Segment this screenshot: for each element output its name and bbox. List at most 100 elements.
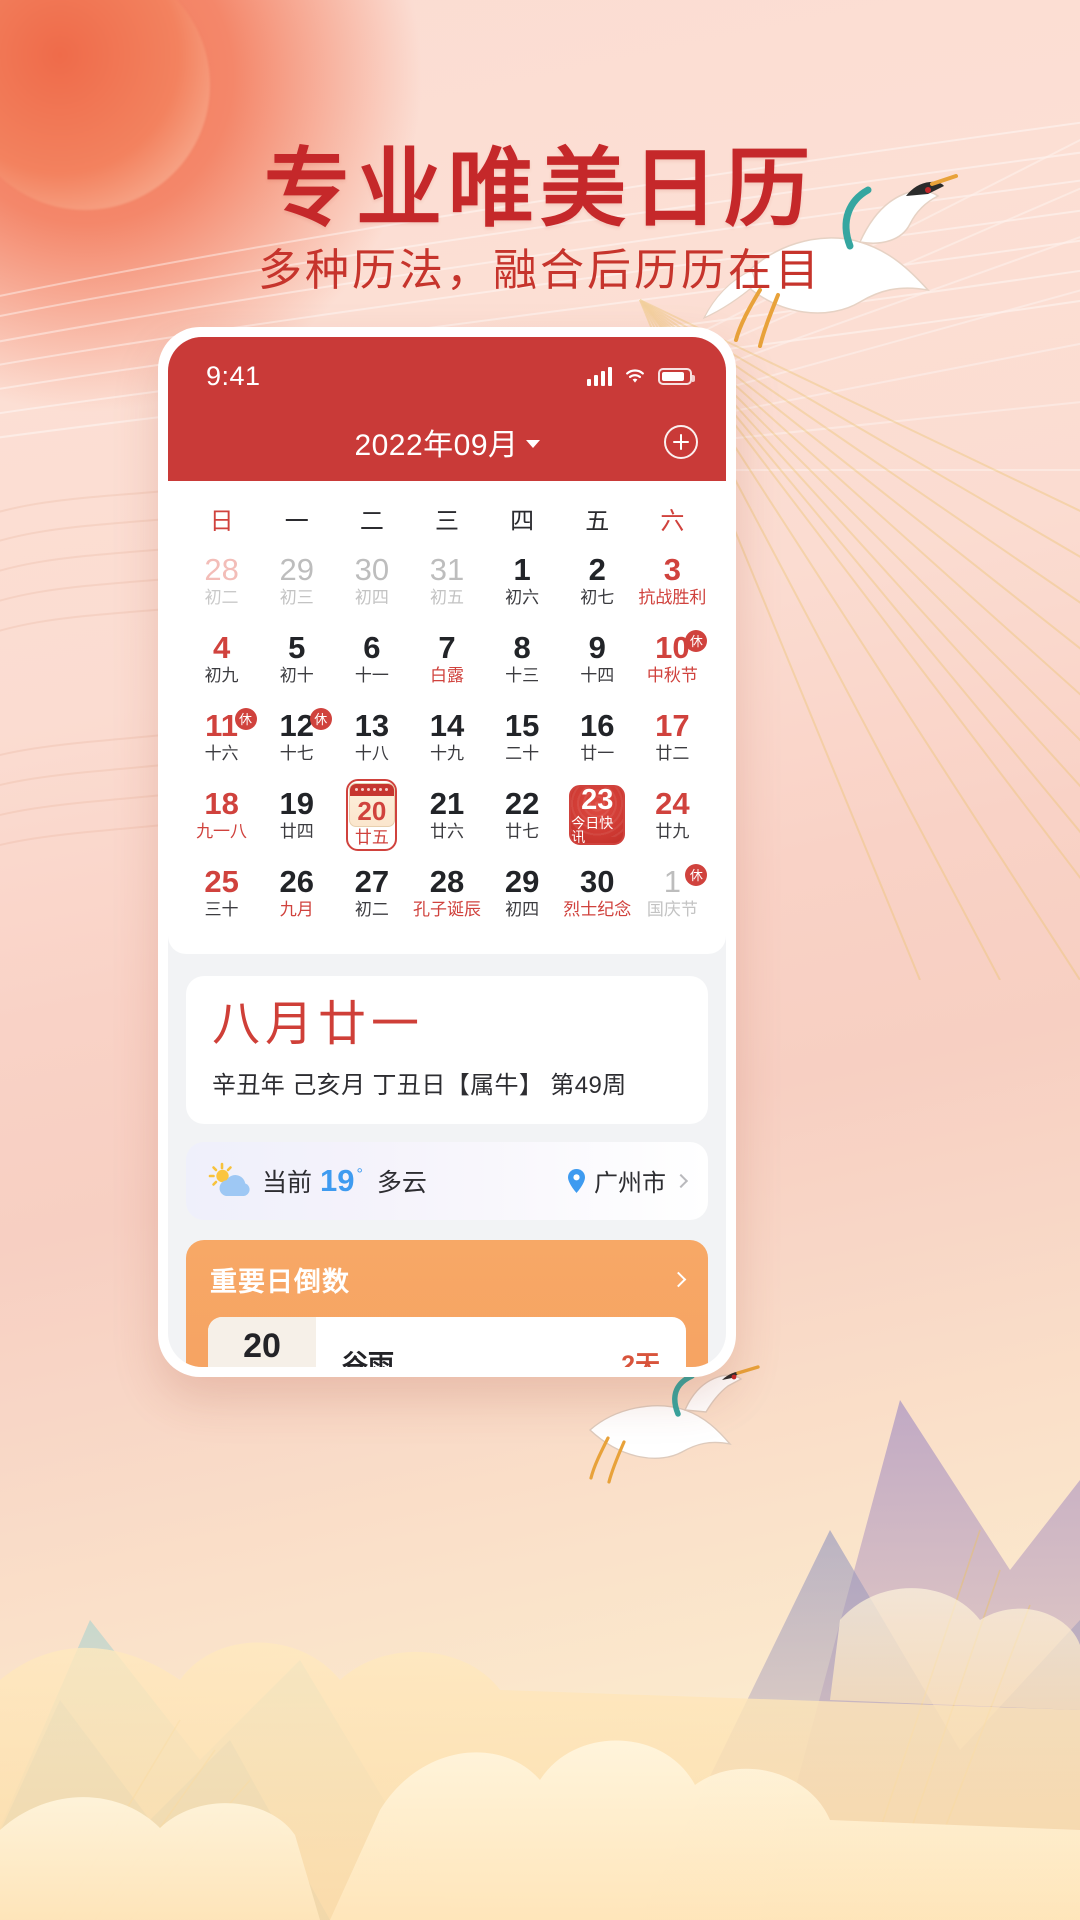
calendar-day-number: 23 — [581, 785, 614, 816]
calendar-day-lunar: 廿七 — [505, 821, 540, 841]
calendar-day-lunar: 三十 — [204, 899, 239, 919]
month-selector[interactable]: 2022年09月 — [354, 420, 540, 464]
crane-bird-bottom-icon — [588, 1365, 760, 1484]
calendar-day-number: 11 — [205, 708, 238, 744]
chevron-right-icon — [673, 1173, 689, 1188]
calendar-day-cell[interactable]: 8 十三 — [485, 620, 560, 698]
calendar-day-number: 14 — [429, 708, 465, 744]
calendar-day-cell[interactable]: 5 初十 — [259, 620, 334, 698]
calendar-day-number: 2 — [588, 552, 606, 588]
calendar-day-number: 3 — [663, 552, 682, 588]
signal-bars-icon — [587, 366, 612, 386]
cloud-illustration — [0, 1588, 1080, 1920]
calendar-card: 日 一 二 三 四 五 六 28 初二 29 初三 30 初四 31 初五 1 初六 2 初七 3 抗战胜… — [168, 481, 726, 954]
calendar-day-cell[interactable]: 22 廿七 — [485, 776, 560, 854]
calendar-day-number: 12 — [279, 708, 314, 744]
sun-cloud-icon — [208, 1162, 250, 1196]
calendar-emoji-icon: 20 — [348, 782, 395, 827]
calendar-day-cell[interactable]: 21 廿六 — [409, 776, 484, 854]
calendar-grid: 28 初二 29 初三 30 初四 31 初五 1 初六 2 初七 3 抗战胜利 4 初九 5 初十 6 十一 7 白露 8… — [178, 542, 716, 932]
calendar-day-number: 26 — [279, 864, 314, 900]
calendar-day-cell[interactable]: 1 国庆节 休 — [635, 854, 710, 932]
calendar-day-cell[interactable]: 6 十一 — [334, 620, 409, 698]
calendar-day-number: 16 — [580, 708, 615, 744]
calendar-day-lunar: 九月 — [279, 899, 314, 919]
calendar-day-cell[interactable]: 12 十七 休 — [259, 698, 334, 776]
weather-text: 当前 19 ° 多云 — [262, 1163, 427, 1199]
weather-condition: 多云 — [376, 1168, 427, 1197]
calendar-day-cell[interactable]: 16 廿一 — [560, 698, 635, 776]
weather-location[interactable]: 广州市 — [567, 1163, 689, 1198]
calendar-day-number: 28 — [204, 552, 239, 588]
calendar-day-number: 19 — [279, 786, 314, 822]
calendar-day-cell[interactable]: 7 白露 — [409, 620, 484, 698]
calendar-day-number: 8 — [513, 630, 531, 666]
calendar-day-number: 21 — [429, 786, 465, 822]
calendar-day-lunar: 十六 — [204, 743, 239, 763]
calendar-day-lunar: 初四 — [505, 899, 540, 919]
weather-temperature: 19 — [320, 1162, 355, 1198]
rest-day-badge: 休 — [234, 708, 257, 730]
cloud-decoration-icon — [446, 1339, 686, 1367]
calendar-day-number: 6 — [363, 630, 381, 666]
calendar-day-cell[interactable]: 31 初五 — [409, 542, 484, 620]
calendar-day-cell[interactable]: 2 初七 — [560, 542, 635, 620]
calendar-day-lunar: 初四 — [354, 587, 389, 607]
calendar-day-number: 1 — [513, 552, 531, 588]
calendar-day-number: 13 — [354, 708, 390, 744]
calendar-day-cell[interactable]: 4 初九 — [184, 620, 259, 698]
rest-day-badge: 休 — [309, 708, 332, 730]
calendar-day-cell[interactable]: 25 三十 — [184, 854, 259, 932]
weekday-wed: 三 — [434, 508, 459, 535]
calendar-day-cell-marked[interactable]: 20 廿五 — [346, 779, 398, 851]
calendar-day-cell[interactable]: 27 初二 — [334, 854, 409, 932]
calendar-day-cell[interactable]: 29 初四 — [485, 854, 560, 932]
calendar-day-cell[interactable]: 14 十九 — [409, 698, 484, 776]
weekday-fri: 五 — [585, 508, 610, 535]
rest-day-badge: 休 — [685, 864, 708, 886]
countdown-header[interactable]: 重要日倒数 — [186, 1260, 708, 1317]
calendar-day-lunar: 初三 — [279, 587, 314, 607]
calendar-day-cell[interactable]: 9 十四 — [560, 620, 635, 698]
calendar-day-lunar: 二十 — [505, 743, 540, 763]
calendar-day-cell[interactable]: 30 初四 — [334, 542, 409, 620]
calendar-day-cell[interactable]: 18 九一八 — [184, 776, 259, 854]
calendar-day-cell[interactable]: 19 廿四 — [259, 776, 334, 854]
weather-card[interactable]: 当前 19 ° 多云 广州市 — [186, 1141, 708, 1220]
chevron-right-icon — [670, 1271, 687, 1288]
today-highlight: 23 今日快讯 — [569, 785, 626, 845]
calendar-day-cell[interactable]: 28 孔子诞辰 — [409, 854, 484, 932]
calendar-day-lunar: 十八 — [354, 743, 389, 763]
countdown-item[interactable]: 20 4月 谷雨 2天 — [208, 1316, 686, 1367]
battery-icon — [658, 367, 695, 385]
calendar-day-number: 15 — [504, 708, 540, 744]
calendar-day-lunar: 十三 — [505, 665, 540, 685]
calendar-day-cell[interactable]: 17 廿二 — [635, 698, 710, 776]
calendar-week-row: 11 十六休 12 十七休 13 十八 14 十九 15 二十 16 廿一 17 廿二 — [184, 698, 710, 776]
calendar-day-cell[interactable]: 1 初六 — [485, 542, 560, 620]
calendar-day-cell[interactable]: 11 十六 休 — [184, 698, 259, 776]
weekday-sun: 日 — [209, 508, 234, 535]
calendar-day-cell[interactable]: 26 九月 — [259, 854, 334, 932]
calendar-day-cell[interactable]: 24 廿九 — [635, 776, 710, 854]
calendar-day-cell[interactable]: 28 初二 — [184, 542, 259, 620]
calendar-day-cell[interactable]: 30 烈士纪念 — [560, 854, 635, 932]
calendar-day-cell[interactable]: 10 中秋节休 — [635, 620, 710, 698]
calendar-day-lunar: 初二 — [354, 899, 389, 919]
rest-day-badge: 休 — [685, 630, 708, 652]
calendar-day-number: 18 — [204, 786, 239, 822]
countdown-title: 重要日倒数 — [210, 1266, 350, 1297]
calendar-day-cell[interactable]: 3 抗战胜利 — [635, 542, 710, 620]
calendar-day-number: 27 — [354, 864, 390, 900]
status-icons — [587, 366, 695, 386]
lunar-date-detail: 辛丑年 己亥月 丁丑日【属牛】 第49周 — [212, 1071, 627, 1099]
calendar-day-cell[interactable]: 13 十八 — [334, 698, 409, 776]
calendar-day-cell[interactable]: 29 初三 — [259, 542, 334, 620]
calendar-week-row: 28 初二 29 初三 30 初四 31 初五 1 初六 2 初七 3 抗战胜利 — [184, 542, 710, 620]
add-event-button[interactable] — [664, 425, 698, 459]
calendar-day-lunar: 白露 — [429, 665, 464, 685]
phone-mockup: 9:41 2022年09月 日 一 二 三 四 五 六 28 初二 29 初三 … — [158, 327, 736, 1377]
calendar-day-cell-today[interactable]: 23 今日快讯 — [560, 776, 635, 854]
calendar-day-cell[interactable]: 15 二十 — [485, 698, 560, 776]
lunar-date-card[interactable]: 八月廿一 辛丑年 己亥月 丁丑日【属牛】 第49周 — [186, 976, 708, 1124]
